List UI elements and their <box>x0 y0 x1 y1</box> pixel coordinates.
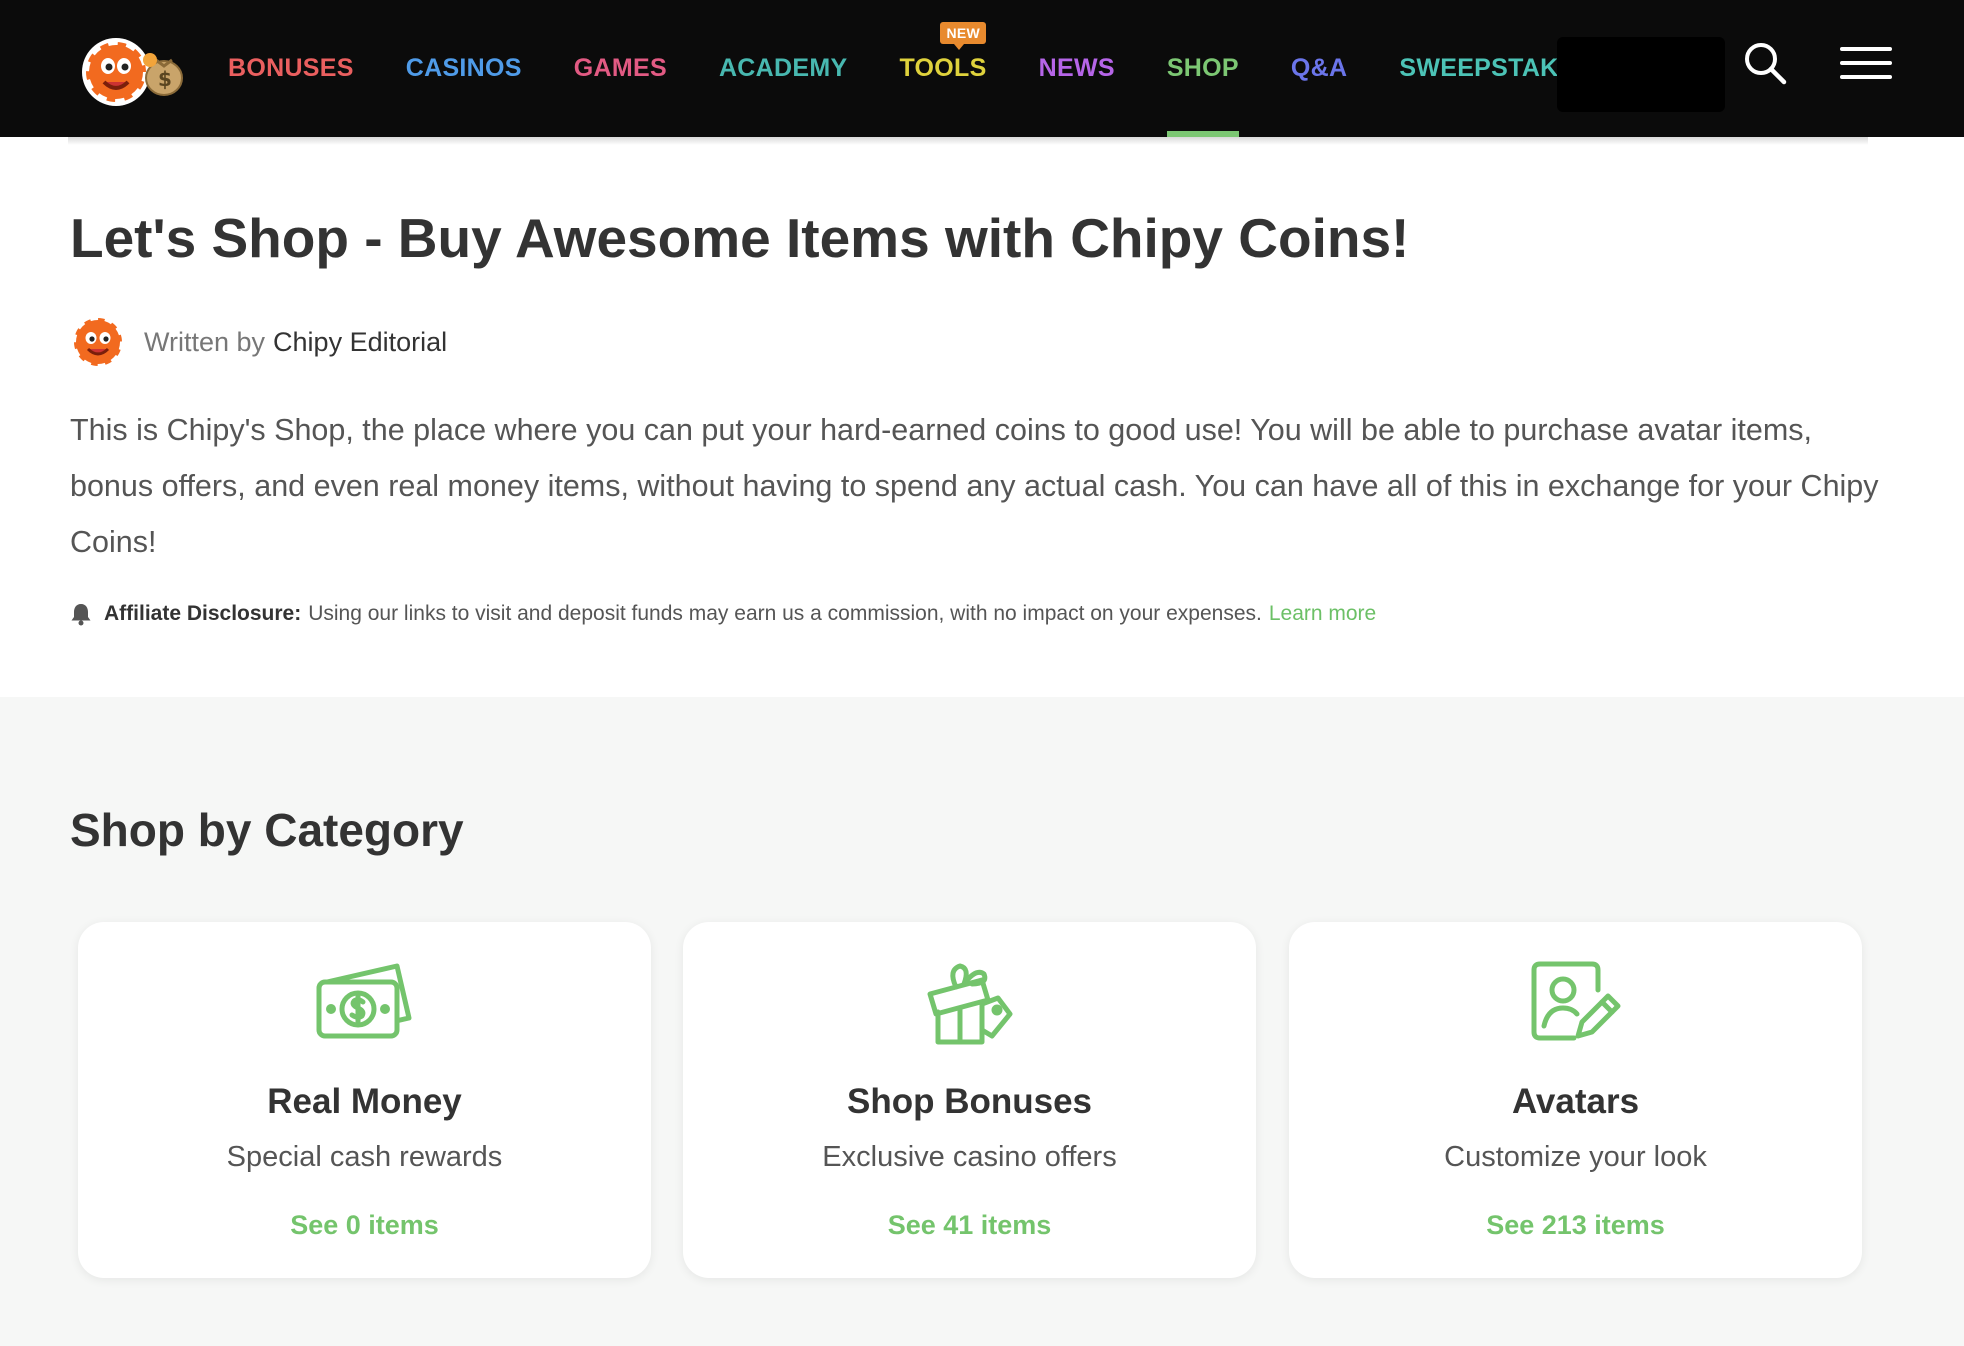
author-name-link[interactable]: Chipy Editorial <box>273 327 447 358</box>
card-title: Shop Bonuses <box>846 1082 1093 1121</box>
search-icon[interactable] <box>1742 40 1788 86</box>
author-avatar[interactable] <box>70 314 126 370</box>
nav-item-label: ACADEMY <box>718 54 848 82</box>
account-area-redacted[interactable] <box>1557 37 1725 112</box>
site-header: $ BONUSES CASINOS GAMES ACADEMY TOOLS NEW NEWS… <box>0 0 1964 137</box>
card-title: Avatars <box>1511 1082 1640 1121</box>
nav-item-label: Q&A <box>1290 54 1348 82</box>
see-items-link[interactable]: See 213 items <box>1289 1210 1862 1241</box>
learn-more-link[interactable]: Learn more <box>1269 602 1376 626</box>
nav-item-label: BONUSES <box>228 54 354 82</box>
intro-paragraph: This is Chipy's Shop, the place where yo… <box>70 413 1879 559</box>
nav-item-q-a[interactable]: Q&A <box>1291 0 1347 137</box>
card-subtitle: Special cash rewards <box>226 1141 503 1173</box>
chipy-logo[interactable]: $ <box>80 30 190 110</box>
author-prefix: Written by <box>144 326 266 357</box>
header-shadow <box>68 137 1868 145</box>
money-icon <box>316 963 411 1039</box>
bell-icon <box>71 604 91 626</box>
nav-item-bonuses[interactable]: BONUSES <box>228 0 354 137</box>
main-navigation: BONUSES CASINOS GAMES ACADEMY TOOLS NEW NEWS SH… <box>228 0 1645 137</box>
nav-item-label: GAMES <box>573 54 667 82</box>
card-title: Real Money <box>267 1082 462 1121</box>
shop-category-section: Shop by Category Real Money Special cash… <box>0 697 1964 1346</box>
new-badge: NEW <box>940 22 986 50</box>
svg-text:$: $ <box>158 67 172 91</box>
nav-item-label: TOOLS <box>899 54 987 82</box>
nav-item-games[interactable]: GAMES <box>574 0 667 137</box>
nav-item-label: NEWS <box>1038 54 1115 82</box>
avatar-edit-icon <box>1531 961 1620 1041</box>
nav-item-tools[interactable]: TOOLS NEW <box>899 0 986 137</box>
card-subtitle: Exclusive casino offers <box>822 1141 1117 1173</box>
author-byline: Written by Chipy Editorial <box>70 313 447 371</box>
gift-icon <box>927 963 1012 1045</box>
category-card-shop-bonuses[interactable]: Shop Bonuses Exclusive casino offers See… <box>683 922 1256 1278</box>
category-card-real-money[interactable]: Real Money Special cash rewards See 0 it… <box>78 922 651 1278</box>
section-title: Shop by Category <box>70 804 464 856</box>
nav-item-label: CASINOS <box>405 54 522 82</box>
nav-item-label: SHOP <box>1166 54 1239 82</box>
disclosure-text: Using our links to visit and deposit fun… <box>308 602 1262 625</box>
see-items-link[interactable]: See 0 items <box>78 1210 651 1241</box>
disclosure-label: Affiliate Disclosure: <box>104 602 302 625</box>
nav-item-casinos[interactable]: CASINOS <box>406 0 522 137</box>
nav-item-news[interactable]: NEWS <box>1039 0 1115 137</box>
card-subtitle: Customize your look <box>1444 1141 1707 1173</box>
affiliate-disclosure: Affiliate Disclosure: Using our links to… <box>70 602 1376 626</box>
page-title: Let's Shop - Buy Awesome Items with Chip… <box>70 207 1410 269</box>
see-items-link[interactable]: See 41 items <box>683 1210 1256 1241</box>
hamburger-menu-icon[interactable] <box>1840 45 1892 81</box>
category-card-avatars[interactable]: Avatars Customize your look See 213 item… <box>1289 922 1862 1278</box>
nav-item-academy[interactable]: ACADEMY <box>719 0 848 137</box>
nav-item-shop[interactable]: SHOP <box>1166 0 1239 137</box>
